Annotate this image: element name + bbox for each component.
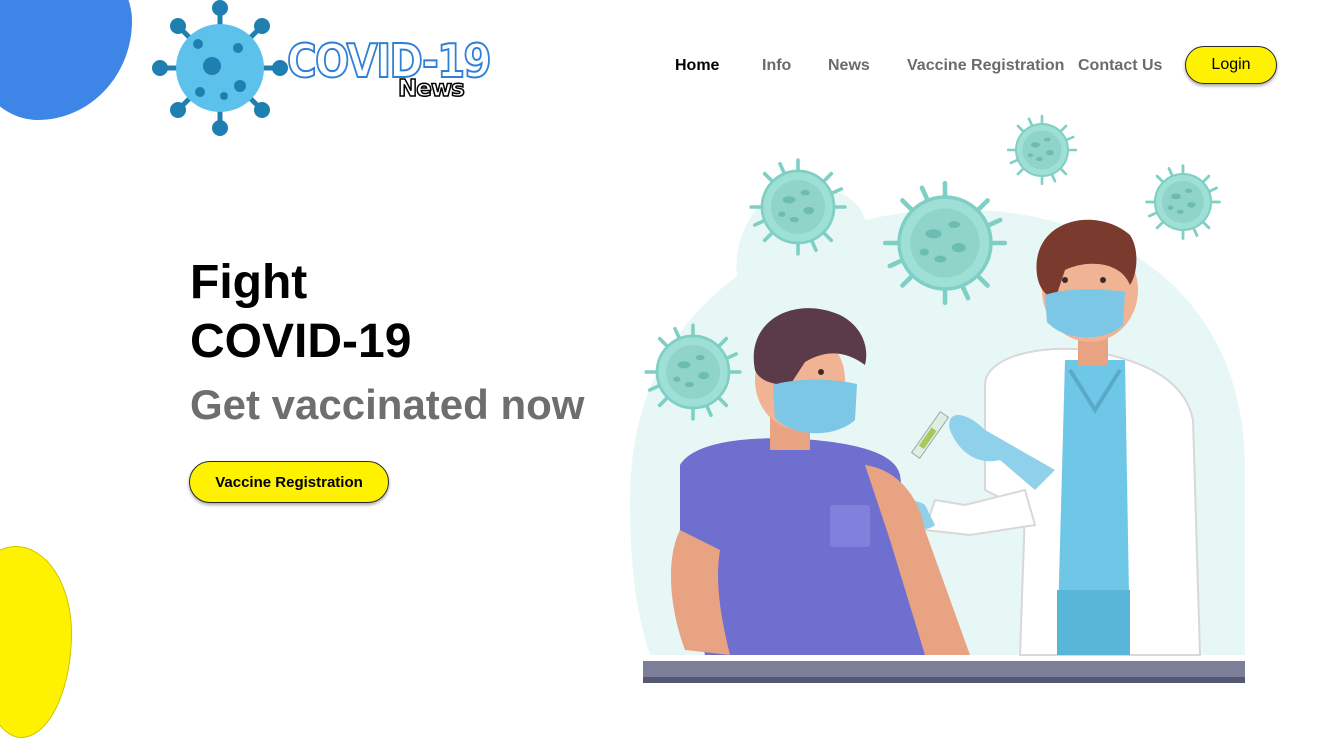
nav-info[interactable]: Info [762, 57, 791, 75]
nav-contact-us[interactable]: Contact Us [1078, 57, 1162, 75]
decorative-yellow-blob [0, 546, 72, 738]
site-logo[interactable]: COVID-19 News [150, 0, 492, 140]
logo-subtitle: News [397, 75, 465, 103]
decorative-blue-blob [0, 0, 132, 120]
nav-news[interactable]: News [828, 57, 870, 75]
nav-vaccine-registration[interactable]: Vaccine Registration [907, 57, 1064, 75]
hero-heading-line2: COVID-19 [190, 315, 412, 368]
virus-icon [152, 0, 288, 136]
hero-subtitle: Get vaccinated now [190, 381, 585, 428]
vaccination-illustration [630, 114, 1245, 683]
nav-home[interactable]: Home [675, 57, 719, 75]
vaccine-registration-button[interactable]: Vaccine Registration [189, 461, 389, 503]
login-button[interactable]: Login [1185, 46, 1277, 84]
hero-heading-line1: Fight [190, 256, 308, 309]
